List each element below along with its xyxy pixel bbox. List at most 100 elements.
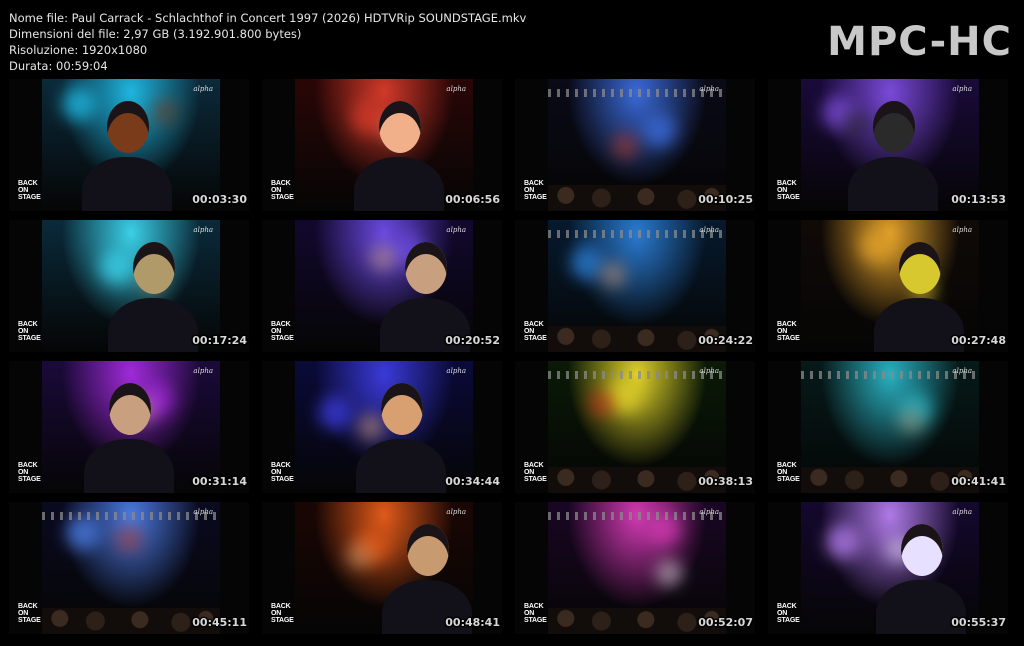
performer [848,157,938,211]
back-on-stage-logo: BACK ON STAGE [777,321,800,342]
timestamp: 00:06:56 [445,193,500,206]
concert-scene-image [295,502,473,634]
thumbnail[interactable]: alpha BACK ON STAGE 00:38:13 [515,361,755,493]
stage-light [100,250,134,284]
thumbnail[interactable]: alpha BACK ON STAGE 00:03:30 [9,79,249,211]
concert-scene-image [42,361,220,493]
timestamp: 00:24:22 [698,334,753,347]
channel-logo: alpha [699,367,719,375]
stage-light [842,110,868,136]
back-on-stage-logo: BACK ON STAGE [271,603,294,624]
concert-scene-image [42,502,220,634]
timestamp: 00:20:52 [445,334,500,347]
channel-logo: alpha [446,508,466,516]
concert-scene-image [801,502,979,634]
timestamp: 00:38:13 [698,475,753,488]
stage-light [612,133,638,159]
channel-logo: alpha [446,367,466,375]
thumbnail[interactable]: alpha BACK ON STAGE 00:24:22 [515,220,755,352]
stage-light [370,245,396,271]
performer-head [107,101,149,153]
channel-logo: alpha [699,85,719,93]
channel-logo: alpha [193,367,213,375]
concert-scene-image [295,361,473,493]
back-on-stage-logo: BACK ON STAGE [524,462,547,483]
performer [108,298,198,352]
performer-head [901,524,943,576]
channel-logo: alpha [446,226,466,234]
thumbnail[interactable]: alpha BACK ON STAGE 00:06:56 [262,79,502,211]
performer-head [899,242,941,294]
back-on-stage-logo: BACK ON STAGE [271,180,294,201]
timestamp: 00:55:37 [951,616,1006,629]
performer-head [109,383,151,435]
concert-scene-image [801,79,979,211]
channel-logo: alpha [699,226,719,234]
thumbnail-grid: alpha BACK ON STAGE 00:03:30 alpha BACK ON STAGE… [0,0,1024,646]
channel-logo: alpha [446,85,466,93]
timestamp: 00:17:24 [192,334,247,347]
timestamp: 00:48:41 [445,616,500,629]
back-on-stage-logo: BACK ON STAGE [524,180,547,201]
performer [82,157,172,211]
timestamp: 00:41:41 [951,475,1006,488]
timestamp: 00:27:48 [951,334,1006,347]
thumbnail[interactable]: alpha BACK ON STAGE 00:13:53 [768,79,1008,211]
timestamp: 00:13:53 [951,193,1006,206]
channel-logo: alpha [193,508,213,516]
back-on-stage-logo: BACK ON STAGE [271,321,294,342]
timestamp: 00:31:14 [192,475,247,488]
performer-head [873,101,915,153]
stage-light [570,246,604,280]
stage-light [318,396,352,430]
thumbnail[interactable]: alpha BACK ON STAGE 00:17:24 [9,220,249,352]
back-on-stage-logo: BACK ON STAGE [18,462,41,483]
channel-logo: alpha [952,508,972,516]
channel-logo: alpha [952,85,972,93]
concert-scene-image [548,361,726,493]
thumbnail[interactable]: alpha BACK ON STAGE 00:10:25 [515,79,755,211]
thumbnail[interactable]: alpha BACK ON STAGE 00:31:14 [9,361,249,493]
channel-logo: alpha [952,226,972,234]
performer [84,439,174,493]
performer [354,157,444,211]
back-on-stage-logo: BACK ON STAGE [18,180,41,201]
performer-head [133,242,175,294]
stage-light [600,262,626,288]
stage-light [656,560,682,586]
thumbnail[interactable]: alpha BACK ON STAGE 00:52:07 [515,502,755,634]
stage-light [116,526,142,552]
back-on-stage-logo: BACK ON STAGE [271,462,294,483]
concert-scene-image [548,220,726,352]
performer-head [381,383,423,435]
channel-logo: alpha [193,85,213,93]
stage-light [346,543,372,569]
thumbnail[interactable]: alpha BACK ON STAGE 00:20:52 [262,220,502,352]
concert-scene-image [42,79,220,211]
timestamp: 00:34:44 [445,475,500,488]
thumbnail[interactable]: alpha BACK ON STAGE 00:48:41 [262,502,502,634]
thumbnail[interactable]: alpha BACK ON STAGE 00:41:41 [768,361,1008,493]
performer-head [379,101,421,153]
concert-scene-image [548,502,726,634]
thumbnail[interactable]: alpha BACK ON STAGE 00:55:37 [768,502,1008,634]
concert-scene-image [295,79,473,211]
timestamp: 00:52:07 [698,616,753,629]
channel-logo: alpha [193,226,213,234]
back-on-stage-logo: BACK ON STAGE [777,462,800,483]
concert-scene-image [548,79,726,211]
stage-light [826,525,860,559]
stage-light [588,391,614,417]
thumbnail[interactable]: alpha BACK ON STAGE 00:45:11 [9,502,249,634]
performer [356,439,446,493]
timestamp: 00:45:11 [192,616,247,629]
back-on-stage-logo: BACK ON STAGE [524,603,547,624]
channel-logo: alpha [952,367,972,375]
concert-scene-image [801,220,979,352]
timestamp: 00:03:30 [192,193,247,206]
thumbnail[interactable]: alpha BACK ON STAGE 00:34:44 [262,361,502,493]
stage-light [66,516,100,550]
stage-light [62,87,96,121]
thumbnail[interactable]: alpha BACK ON STAGE 00:27:48 [768,220,1008,352]
stage-light [152,99,178,125]
